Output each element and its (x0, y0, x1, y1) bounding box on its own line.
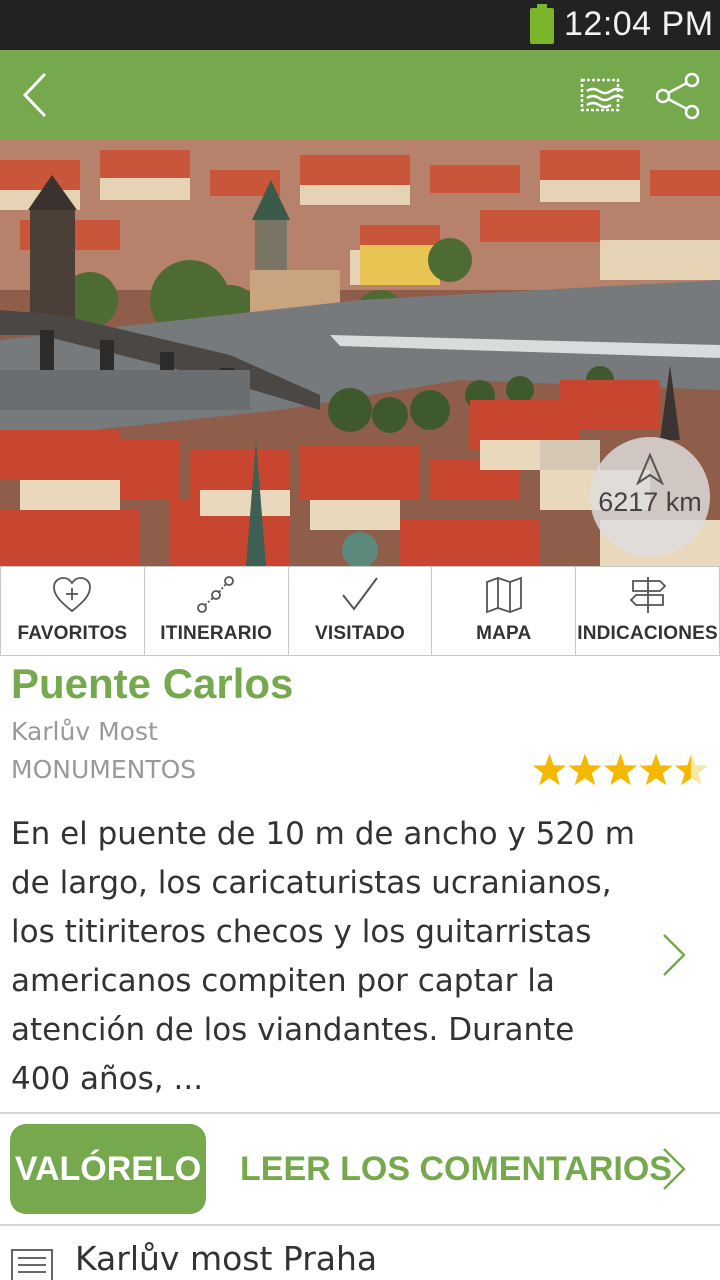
map-label: MAPA (476, 623, 532, 644)
map-button[interactable]: MAPA (432, 567, 577, 655)
rating-star (603, 753, 638, 786)
rating-star (532, 753, 567, 786)
directions-label: INDICACIONES (577, 623, 718, 644)
postcard-stamp-icon (580, 78, 624, 112)
itinerary-button[interactable]: ITINERARIO (145, 567, 289, 655)
rating-star (639, 753, 673, 786)
place-local-name: Karlův Most (11, 717, 158, 746)
description-text: En el puente de 10 m de ancho y 520 m de… (11, 816, 635, 1097)
document-icon (11, 1249, 53, 1280)
read-comments-link[interactable]: LEER LOS COMENTARIOS (240, 1148, 672, 1190)
back-chevron-icon (22, 72, 47, 118)
heart-plus-icon (53, 577, 92, 613)
rating-star (568, 753, 602, 786)
back-button[interactable] (6, 64, 66, 126)
rating-stars (532, 753, 709, 786)
signpost-icon (629, 577, 666, 613)
info-text: Karlův most Praha (75, 1239, 378, 1278)
action-bar: FAVORITOS ITINERARIO VISITADO MAPA INDIC… (0, 566, 720, 656)
chevron-right-icon[interactable] (660, 1146, 688, 1192)
place-category: MONUMENTOS (11, 755, 197, 784)
rate-button[interactable]: VALÓRELO (10, 1124, 206, 1214)
divider (0, 1112, 720, 1114)
rating-star (674, 753, 709, 786)
postcard-button[interactable] (574, 70, 632, 122)
route-icon (197, 576, 235, 613)
visited-button[interactable]: VISITADO (289, 567, 433, 655)
distance-value: 6217 km (598, 487, 702, 517)
checkmark-icon (342, 577, 378, 611)
north-arrow-icon (636, 453, 664, 485)
description-block[interactable]: En el puente de 10 m de ancho y 520 m de… (11, 810, 636, 1106)
clock: 12:04 PM (564, 5, 714, 43)
share-icon (655, 72, 700, 120)
chevron-right-icon[interactable] (660, 932, 688, 978)
place-title: Puente Carlos (11, 660, 294, 707)
status-bar: 12:04 PM (0, 0, 720, 50)
info-row[interactable]: Karlův most Praha (0, 1226, 720, 1280)
favorites-button[interactable]: FAVORITOS (0, 567, 145, 655)
share-button[interactable] (648, 66, 708, 126)
favorites-label: FAVORITOS (17, 623, 128, 644)
battery-full-icon (530, 4, 554, 44)
app-bar (0, 50, 720, 140)
directions-button[interactable]: INDICACIONES (576, 567, 720, 655)
itinerary-label: ITINERARIO (160, 623, 273, 644)
visited-label: VISITADO (315, 623, 405, 644)
distance-badge[interactable]: 6217 km (590, 437, 710, 557)
map-icon (485, 576, 522, 614)
